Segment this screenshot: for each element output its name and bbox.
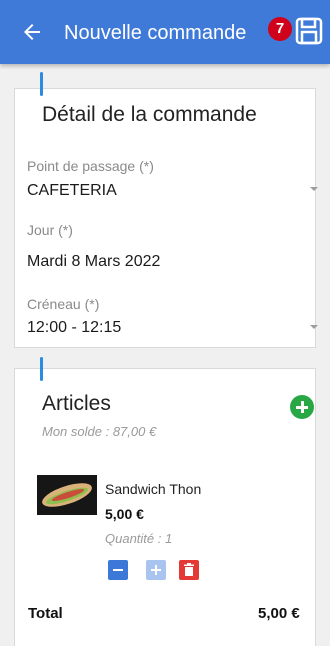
section-accent <box>40 72 43 96</box>
save-icon[interactable] <box>294 16 324 46</box>
creneau-select[interactable]: 12:00 - 12:15 <box>27 319 121 337</box>
section-accent <box>40 357 43 381</box>
app-bar: Nouvelle commande 7 <box>0 0 330 64</box>
chevron-down-icon[interactable] <box>310 187 318 191</box>
page-title: Nouvelle commande <box>64 22 247 44</box>
jour-field[interactable]: Mardi 8 Mars 2022 <box>27 253 160 271</box>
articles-title: Articles <box>42 392 111 415</box>
delete-article-button[interactable] <box>179 560 199 580</box>
cart-count-badge: 7 <box>268 17 292 41</box>
article-price: 5,00 € <box>105 506 144 522</box>
article-quantity: Quantité : 1 <box>105 531 173 546</box>
creneau-label: Créneau (*) <box>27 296 100 312</box>
balance-text: Mon solde : 87,00 € <box>42 424 157 439</box>
total-label: Total <box>28 605 63 622</box>
jour-label: Jour (*) <box>27 222 73 238</box>
article-name: Sandwich Thon <box>105 481 202 497</box>
total-value: 5,00 € <box>258 605 300 622</box>
decrease-quantity-button[interactable] <box>108 560 128 580</box>
point-de-passage-label: Point de passage (*) <box>27 158 154 174</box>
back-arrow-icon[interactable] <box>20 20 44 44</box>
sandwich-thumbnail <box>37 475 97 515</box>
increase-quantity-button[interactable] <box>146 560 166 580</box>
order-details-title: Détail de la commande <box>42 103 257 126</box>
point-de-passage-select[interactable]: CAFETERIA <box>27 182 117 200</box>
add-article-button[interactable] <box>290 395 314 419</box>
chevron-down-icon[interactable] <box>310 325 318 329</box>
trash-icon <box>184 563 194 576</box>
